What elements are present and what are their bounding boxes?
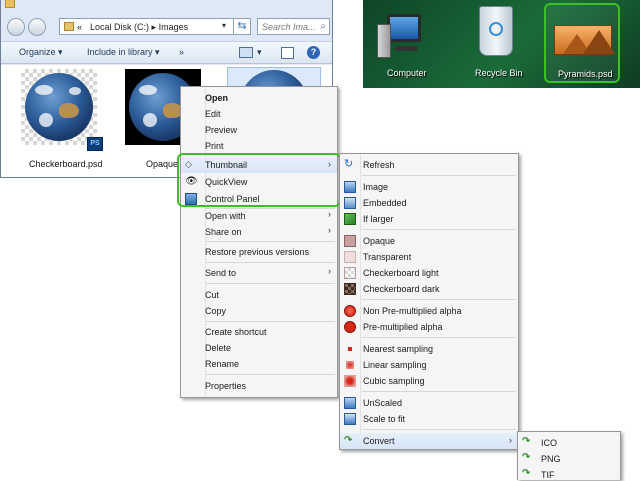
submenu-arrow-icon: › xyxy=(328,266,331,276)
more-commands-button[interactable]: » xyxy=(179,47,184,57)
menu-item-rename[interactable]: Rename xyxy=(181,357,337,372)
checkerboard-light-icon xyxy=(344,267,356,279)
submenu-item-checkerboard-light[interactable]: Checkerboard light xyxy=(340,265,518,281)
submenu-item-nearest-sampling[interactable]: Nearest sampling xyxy=(340,341,518,357)
search-input[interactable]: Search Ima... ⌕ xyxy=(257,18,330,35)
desktop-icon-computer[interactable]: Computer xyxy=(375,10,435,84)
menu-item-edit[interactable]: Edit xyxy=(181,107,337,122)
menu-item-preview[interactable]: Preview xyxy=(181,123,337,138)
address-separator: ▸ xyxy=(151,22,157,32)
menu-item-open-with[interactable]: Open with › xyxy=(181,209,337,224)
desktop-icon-label: Computer xyxy=(387,68,427,78)
convert-item-ico[interactable]: ↷ ICO xyxy=(518,435,620,451)
address-path-images[interactable]: Images xyxy=(159,22,189,32)
refresh-button[interactable]: ⇆ xyxy=(233,18,251,35)
premultiplied-alpha-icon xyxy=(344,321,356,333)
address-prefix: « xyxy=(77,22,83,32)
views-icon[interactable] xyxy=(239,47,253,58)
forward-button[interactable] xyxy=(28,18,46,36)
file-thumbnail-checkerboard[interactable]: PS xyxy=(21,69,103,151)
earth-image xyxy=(25,73,93,141)
address-path-local-disk[interactable]: Local Disk (C:) xyxy=(90,22,149,32)
menu-item-copy[interactable]: Copy xyxy=(181,304,337,319)
file-label[interactable]: Checkerboard.psd xyxy=(29,159,103,169)
organize-button[interactable]: Organize ▾ xyxy=(19,47,63,58)
preview-pane-icon[interactable] xyxy=(281,47,294,59)
thumbnail-submenu: ↻ Refresh Image Embedded If larger Opaqu… xyxy=(339,153,519,450)
menu-item-print[interactable]: Print xyxy=(181,139,337,154)
unscaled-icon xyxy=(344,397,356,409)
convert-arrow-icon: ↷ xyxy=(344,435,353,446)
submenu-arrow-icon: › xyxy=(509,435,512,445)
if-larger-icon xyxy=(344,213,356,225)
image-icon xyxy=(344,181,356,193)
submenu-item-cubic-sampling[interactable]: Cubic sampling xyxy=(340,373,518,389)
views-dropdown-icon[interactable]: ▾ xyxy=(257,47,262,58)
pyramids-thumbnail xyxy=(554,25,615,55)
submenu-item-image[interactable]: Image xyxy=(340,179,518,195)
menu-item-cut[interactable]: Cut xyxy=(181,288,337,303)
desktop-icon-recycle-bin[interactable]: Recycle Bin xyxy=(461,4,531,84)
file-label[interactable]: Opaque xyxy=(146,159,178,169)
menu-item-send-to[interactable]: Send to › xyxy=(181,266,337,281)
convert-arrow-icon: ↷ xyxy=(522,468,531,479)
scale-to-fit-icon xyxy=(344,413,356,425)
submenu-arrow-icon: › xyxy=(328,209,331,219)
desktop-icon-label: Pyramids.psd xyxy=(558,69,613,79)
submenu-item-refresh[interactable]: ↻ Refresh xyxy=(340,157,518,173)
submenu-item-checkerboard-dark[interactable]: Checkerboard dark xyxy=(340,281,518,297)
opaque-icon xyxy=(344,235,356,247)
submenu-item-transparent[interactable]: Transparent xyxy=(340,249,518,265)
non-premultiplied-alpha-icon xyxy=(344,305,356,317)
desktop-background: Computer Recycle Bin Pyramids.psd xyxy=(363,0,640,88)
search-placeholder: Search Ima... xyxy=(262,22,316,32)
desktop-icon-pyramids[interactable]: Pyramids.psd xyxy=(544,3,620,83)
help-icon[interactable]: ? xyxy=(307,46,320,59)
convert-item-tif[interactable]: ↷ TIF xyxy=(518,467,620,481)
search-icon[interactable]: ⌕ xyxy=(320,21,326,32)
embedded-icon xyxy=(344,197,356,209)
submenu-item-embedded[interactable]: Embedded xyxy=(340,195,518,211)
submenu-item-unscaled[interactable]: UnScaled xyxy=(340,395,518,411)
photoshop-badge-icon: PS xyxy=(87,137,103,151)
convert-submenu: ↷ ICO ↷ PNG ↷ TIF xyxy=(517,431,621,480)
folder-icon xyxy=(5,0,15,8)
submenu-item-if-larger[interactable]: If larger xyxy=(340,211,518,227)
convert-item-png[interactable]: ↷ PNG xyxy=(518,451,620,467)
submenu-item-opaque[interactable]: Opaque xyxy=(340,233,518,249)
refresh-icon: ↻ xyxy=(344,158,354,170)
recycle-symbol-icon xyxy=(489,22,503,36)
computer-tower xyxy=(377,24,391,58)
explorer-toolbar: Organize ▾ Include in library ▾ » ▾ ? xyxy=(1,41,332,64)
address-dropdown-icon[interactable]: ▾ xyxy=(222,21,226,30)
submenu-item-scale-to-fit[interactable]: Scale to fit xyxy=(340,411,518,427)
menu-item-share-on[interactable]: Share on › xyxy=(181,225,337,240)
submenu-arrow-icon: › xyxy=(328,225,331,235)
menu-item-properties[interactable]: Properties xyxy=(181,379,337,394)
linear-sampling-icon xyxy=(346,361,354,369)
desktop-icon-label: Recycle Bin xyxy=(475,68,523,78)
submenu-item-linear-sampling[interactable]: Linear sampling xyxy=(340,357,518,373)
convert-arrow-icon: ↷ xyxy=(522,436,531,447)
nearest-sampling-icon xyxy=(348,347,352,351)
back-button[interactable] xyxy=(7,18,25,36)
computer-icon xyxy=(387,14,421,42)
convert-arrow-icon: ↷ xyxy=(522,452,531,463)
include-in-library-button[interactable]: Include in library ▾ xyxy=(87,47,160,58)
transparent-icon xyxy=(344,251,356,263)
context-menu: Open Edit Preview Print ◇ Thumbnail › 👁 … xyxy=(180,86,338,398)
address-folder-icon xyxy=(64,22,74,31)
menu-item-delete[interactable]: Delete xyxy=(181,341,337,356)
submenu-item-non-premultiplied-alpha[interactable]: Non Pre-multiplied alpha xyxy=(340,303,518,319)
checkerboard-dark-icon xyxy=(344,283,356,295)
menu-item-create-shortcut[interactable]: Create shortcut xyxy=(181,325,337,340)
cubic-sampling-icon xyxy=(344,375,356,387)
menu-item-open[interactable]: Open xyxy=(181,91,337,106)
submenu-item-convert[interactable]: ↷ Convert › xyxy=(340,433,518,449)
submenu-item-premultiplied-alpha[interactable]: Pre-multiplied alpha xyxy=(340,319,518,335)
highlight-frame xyxy=(177,153,341,207)
address-bar[interactable]: « Local Disk (C:) ▸ Images ▾ xyxy=(59,18,249,35)
menu-item-restore-previous-versions[interactable]: Restore previous versions xyxy=(181,245,337,260)
